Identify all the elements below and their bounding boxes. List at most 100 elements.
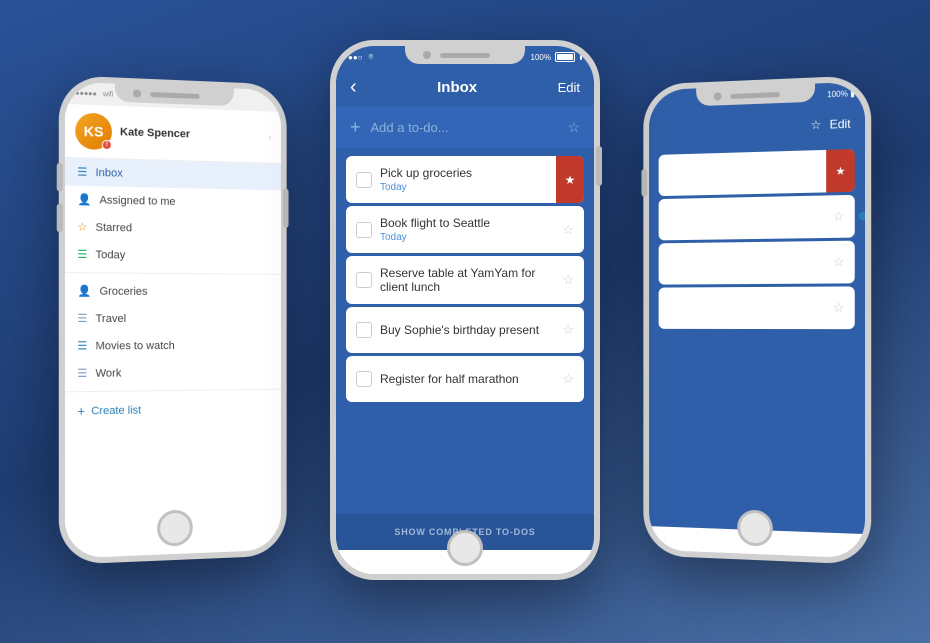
sidebar-label-inbox: Inbox	[96, 166, 123, 179]
add-placeholder: Add a to-do...	[371, 120, 558, 135]
todo-item-marathon[interactable]: Register for half marathon ☆	[346, 356, 584, 402]
movies-icon: ☰	[77, 339, 87, 352]
right-todo-item-3[interactable]: ☆	[659, 241, 855, 285]
home-button[interactable]	[157, 509, 193, 546]
camera-center	[423, 51, 431, 59]
sidebar-label-movies: Movies to watch	[96, 340, 175, 352]
todo-content-birthday: Buy Sophie's birthday present	[380, 323, 554, 337]
right-screen: ☆ Edit ★ ☆ ☆ ☆	[649, 104, 865, 534]
back-button[interactable]: ‹	[350, 76, 357, 99]
todo-title-groceries: Pick up groceries	[380, 166, 574, 180]
avatar: KS !	[75, 112, 112, 150]
priority-ribbon-groceries: ★	[556, 156, 584, 203]
speaker-center	[440, 53, 490, 58]
sidebar-list: ☰ Inbox 👤 Assigned to me ☆ Starred ☰ Tod…	[65, 158, 281, 512]
wifi-icon: wifi	[103, 91, 113, 98]
home-button-right[interactable]	[737, 509, 773, 546]
notification-badge: !	[102, 140, 112, 150]
sidebar-label-work: Work	[96, 367, 122, 379]
create-list-button[interactable]: + Create list	[65, 394, 281, 426]
todo-content-flight: Book flight to Seattle Today	[380, 216, 554, 243]
battery-icon	[555, 52, 575, 62]
camera	[133, 89, 141, 97]
todo-content-groceries: Pick up groceries Today	[380, 166, 574, 193]
checkbox-marathon[interactable]	[356, 371, 372, 387]
today-icon: ☰	[77, 248, 87, 261]
todo-item-birthday[interactable]: Buy Sophie's birthday present ☆	[346, 307, 584, 353]
signal-icon: ●●○	[348, 53, 363, 62]
add-star-icon[interactable]: ☆	[567, 119, 580, 136]
speaker	[150, 92, 200, 99]
star-icon: ☆	[77, 220, 87, 233]
edit-button[interactable]: Edit	[558, 80, 580, 95]
power-button-center[interactable]	[596, 146, 602, 186]
right-star-4[interactable]: ☆	[833, 300, 845, 316]
divider-2	[65, 389, 281, 393]
left-phone: ●●●●● wifi KS ! Kate Spencer › ☰ Inbox	[59, 75, 287, 565]
star-flight[interactable]: ☆	[562, 222, 574, 238]
checkbox-groceries[interactable]	[356, 172, 372, 188]
todo-sub-flight: Today	[380, 232, 554, 243]
checkbox-yamyam[interactable]	[356, 272, 372, 288]
battery-area: 100%	[531, 52, 582, 62]
user-header: KS ! Kate Spencer ›	[65, 104, 281, 164]
sidebar-label-groceries: Groceries	[99, 285, 147, 297]
add-icon: +	[350, 117, 361, 138]
sidebar-item-assigned[interactable]: 👤 Assigned to me	[65, 185, 281, 217]
sidebar-item-movies[interactable]: ☰ Movies to watch	[65, 332, 281, 360]
create-list-label: Create list	[91, 404, 141, 417]
star-birthday[interactable]: ☆	[562, 322, 574, 338]
center-phone: ●●○ ⌾ 9:41 100% ‹ Inbox Edit +	[330, 40, 600, 580]
right-star-3[interactable]: ☆	[833, 254, 845, 270]
todo-item-groceries[interactable]: Pick up groceries Today ★	[346, 156, 584, 203]
todo-item-flight[interactable]: Book flight to Seattle Today ☆	[346, 206, 584, 253]
star-marathon[interactable]: ☆	[562, 371, 574, 387]
right-ribbon-1: ★	[826, 149, 855, 192]
todo-item-yamyam[interactable]: Reserve table at YamYam for client lunch…	[346, 256, 584, 304]
sidebar-item-work[interactable]: ☰ Work	[65, 358, 281, 387]
right-phone: 100% ▮ ☆ Edit ★ ☆ ☆ ☆	[643, 75, 871, 565]
todo-title-yamyam: Reserve table at YamYam for client lunch	[380, 266, 554, 294]
power-button[interactable]	[283, 189, 289, 228]
checkbox-birthday[interactable]	[356, 322, 372, 338]
camera-right	[714, 92, 722, 100]
user-icon: 👤	[77, 193, 91, 206]
sidebar-item-starred[interactable]: ☆ Starred	[65, 213, 281, 243]
right-edit-button[interactable]: Edit	[830, 117, 851, 132]
avatar-initials: KS	[84, 123, 104, 140]
right-todo-item-4[interactable]: ☆	[659, 286, 855, 329]
todo-title-flight: Book flight to Seattle	[380, 216, 554, 230]
sidebar-item-groceries[interactable]: 👤 Groceries	[65, 277, 281, 305]
star-yamyam[interactable]: ☆	[562, 272, 574, 288]
add-todo-bar[interactable]: + Add a to-do... ☆	[336, 106, 594, 148]
user-name: Kate Spencer	[120, 126, 190, 140]
todo-content-yamyam: Reserve table at YamYam for client lunch	[380, 266, 554, 294]
sidebar-item-today[interactable]: ☰ Today	[65, 240, 281, 269]
home-button-center[interactable]	[447, 530, 483, 566]
checkbox-flight[interactable]	[356, 222, 372, 238]
vol-up-button[interactable]	[57, 163, 63, 192]
todo-list: Pick up groceries Today ★ Book flight to…	[336, 148, 594, 514]
right-nav: ☆ Edit	[649, 104, 865, 149]
right-star-2[interactable]: ☆	[833, 208, 845, 224]
sidebar-label-today: Today	[96, 249, 126, 261]
sidebar-label-starred: Starred	[96, 221, 132, 234]
vol-down-button[interactable]	[57, 204, 63, 233]
todo-title-marathon: Register for half marathon	[380, 372, 554, 386]
sidebar-item-travel[interactable]: ☰ Travel	[65, 305, 281, 333]
speaker-right	[730, 92, 780, 99]
groceries-icon: 👤	[77, 284, 91, 297]
todo-sub-groceries: Today	[380, 182, 574, 193]
nav-bar: ‹ Inbox Edit	[336, 68, 594, 106]
inbox-screen: ‹ Inbox Edit + Add a to-do... ☆ Pick up …	[336, 68, 594, 550]
plus-icon: +	[77, 403, 85, 418]
right-todo-list: ★ ☆ ☆ ☆	[649, 143, 865, 534]
wifi-icon-center: ⌾	[369, 52, 374, 62]
right-vol-up[interactable]	[641, 169, 647, 197]
right-todo-item-1[interactable]: ★	[659, 149, 855, 196]
right-todo-item-2[interactable]: ☆	[659, 195, 855, 241]
chevron-right-icon: ›	[269, 132, 272, 142]
inbox-title: Inbox	[437, 79, 477, 96]
sidebar-label-travel: Travel	[96, 312, 127, 324]
right-battery: 100% ▮	[827, 89, 855, 99]
